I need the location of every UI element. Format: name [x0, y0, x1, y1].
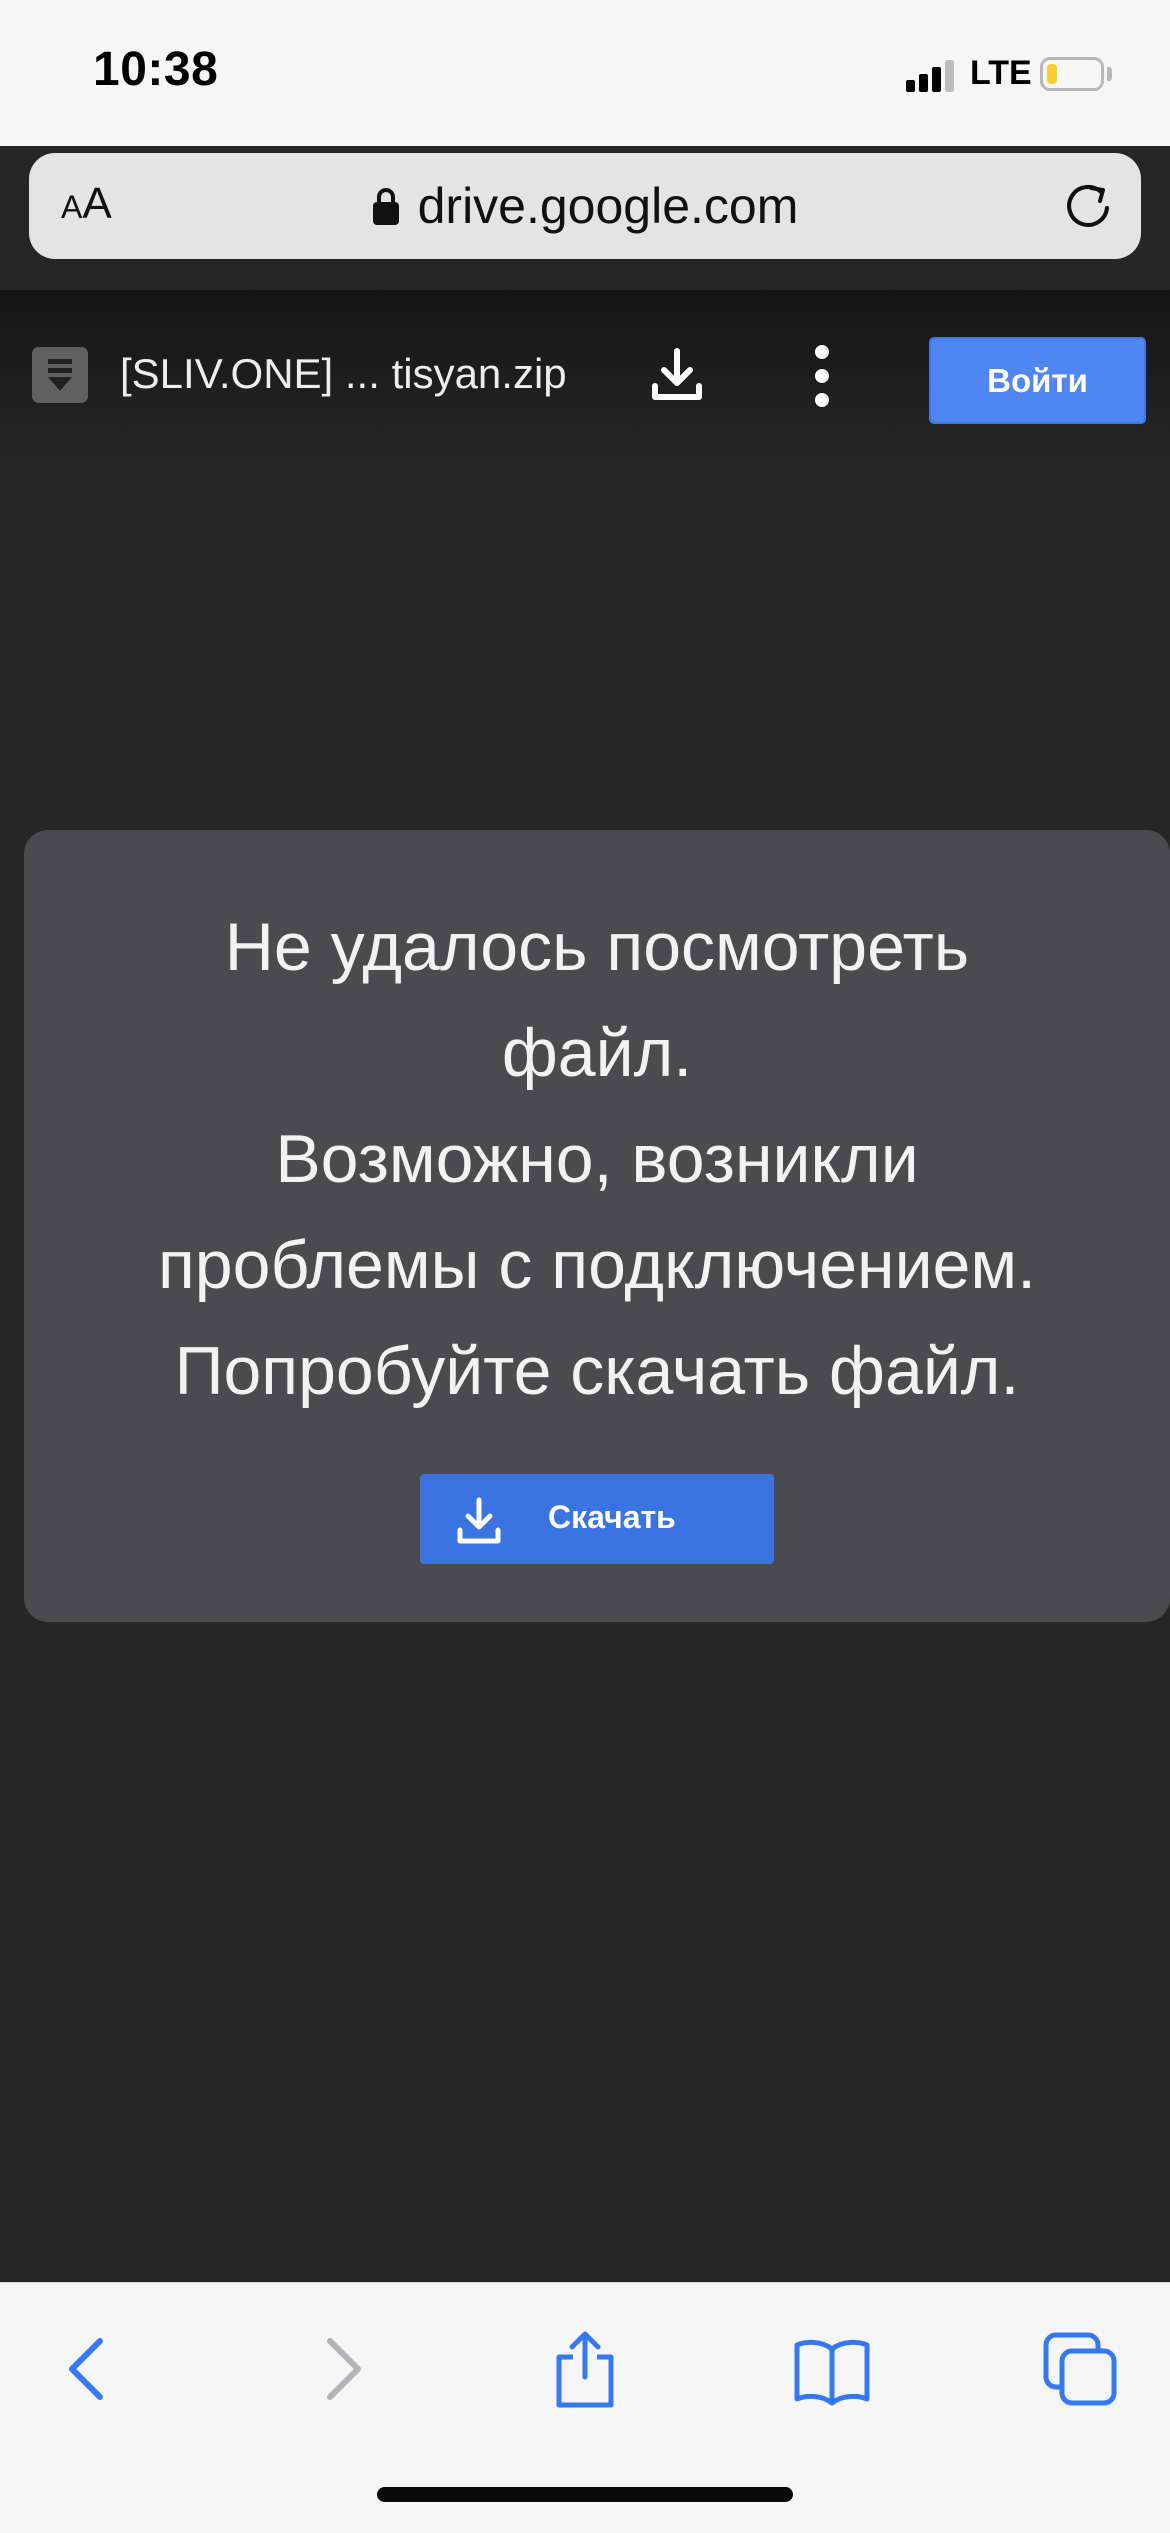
tabs-icon[interactable]: [1040, 2329, 1120, 2409]
error-message-line: файл.: [501, 1015, 693, 1091]
download-icon[interactable]: [644, 342, 710, 408]
network-type: LTE: [970, 54, 1032, 92]
url-text[interactable]: drive.google.com: [418, 177, 799, 235]
file-name: [SLIV.ONE] ... tisyan.zip: [120, 350, 567, 397]
archive-file-icon: [32, 347, 88, 403]
download-button-label: Скачать: [548, 1499, 676, 1535]
viewer-header: [SLIV.ONE] ... tisyan.zip Войти: [0, 290, 1170, 460]
bookmarks-icon[interactable]: [792, 2329, 872, 2409]
battery-level: [1047, 64, 1057, 84]
back-icon[interactable]: [50, 2329, 130, 2409]
battery-cap: [1107, 67, 1112, 81]
error-message: Не удалось посмотреть файл. Возможно, во…: [24, 894, 1170, 1424]
address-bar[interactable]: AA drive.google.com: [29, 153, 1141, 259]
error-message-line: Не удалось посмотреть: [224, 909, 970, 985]
download-button[interactable]: Скачать: [420, 1474, 774, 1564]
lock-icon: [372, 188, 399, 225]
forward-icon[interactable]: [300, 2329, 380, 2409]
status-time: 10:38: [93, 43, 219, 96]
error-message-line: Попробуйте скачать файл.: [174, 1333, 1020, 1409]
signal-strength-icon: [906, 60, 954, 92]
error-message-line: проблемы с подключением.: [157, 1227, 1037, 1303]
login-button[interactable]: Войти: [929, 337, 1146, 424]
home-indicator: [377, 2487, 793, 2502]
error-card: Не удалось посмотреть файл. Возможно, во…: [24, 830, 1170, 1622]
download-icon: [457, 1497, 501, 1544]
more-vertical-icon[interactable]: [802, 340, 842, 412]
battery-icon: [1040, 57, 1104, 91]
reload-icon[interactable]: [1061, 179, 1115, 233]
error-message-line: Возможно, возникли: [275, 1121, 919, 1197]
status-bar: 10:38 LTE AA drive.google.com: [0, 0, 1170, 259]
share-icon[interactable]: [545, 2329, 625, 2409]
